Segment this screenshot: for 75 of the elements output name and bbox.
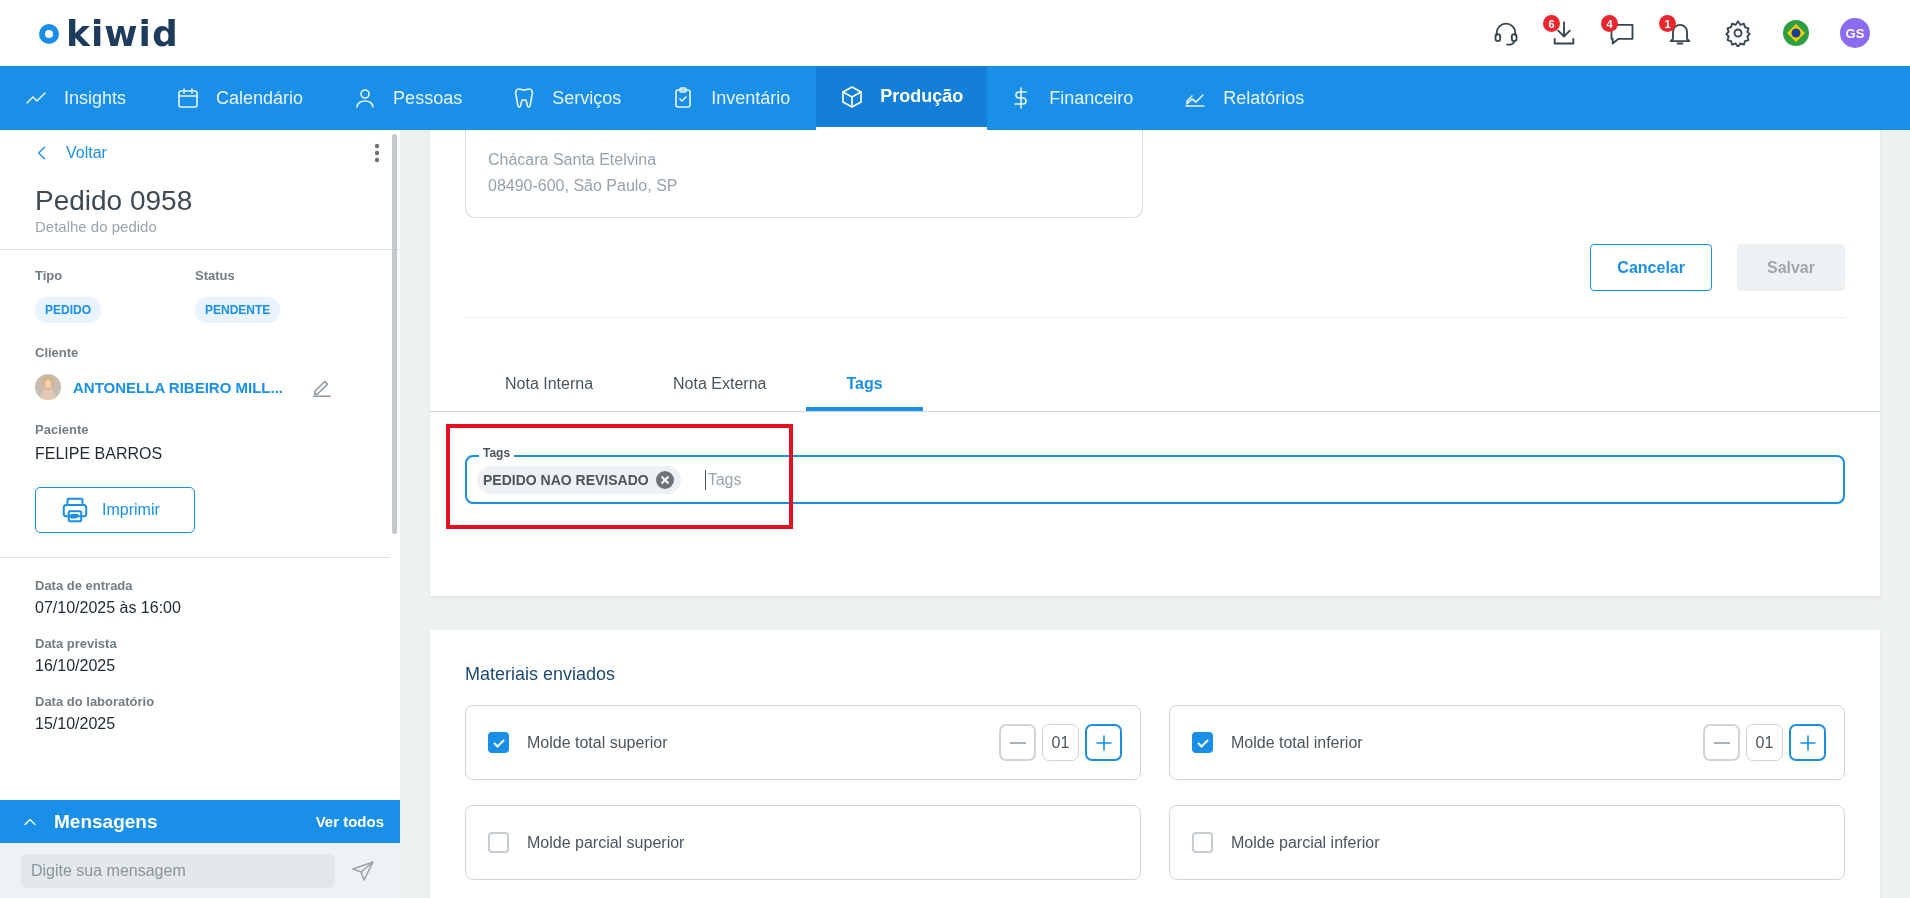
field-label: Data prevista <box>35 636 118 651</box>
field-label: Data do laboratório <box>35 694 156 709</box>
user-avatar[interactable]: GS <box>1840 18 1870 48</box>
nav-tab[interactable]: Pessoas <box>353 66 491 130</box>
remove-icon[interactable] <box>654 469 675 490</box>
messages-bar[interactable]: Mensagens Ver todos <box>0 800 400 843</box>
count-badge: 4 <box>1601 15 1618 32</box>
toolbar-button[interactable] <box>1724 19 1752 47</box>
message-input[interactable]: Digite sua mensagem <box>21 853 335 888</box>
nav-tab[interactable]: Produção <box>816 66 988 130</box>
cancel-button[interactable]: Cancelar <box>1590 244 1712 291</box>
nav-tab[interactable]: Calendário <box>176 66 332 130</box>
send-icon <box>351 858 375 883</box>
settings-icon <box>1724 19 1752 47</box>
more-button[interactable] <box>374 143 380 163</box>
field-label: Data de entrada <box>35 578 134 593</box>
checkbox[interactable] <box>488 832 509 853</box>
nav-tab[interactable]: Insights <box>24 66 155 130</box>
count-badge: 6 <box>1543 15 1560 32</box>
print-button[interactable]: Imprimir <box>35 487 195 533</box>
toolbar-button[interactable] <box>1782 19 1810 47</box>
field-label: Cliente <box>35 345 80 360</box>
quantity-value: 01 <box>1042 724 1079 761</box>
flag-icon <box>1782 19 1810 47</box>
page-title: Pedido 0958 <box>35 184 194 218</box>
printer-icon <box>60 495 90 525</box>
minus-button[interactable] <box>1703 724 1740 761</box>
date-value: 07/10/2025 às 16:00 <box>35 599 182 617</box>
field-label: Tags <box>479 446 515 460</box>
plus-button[interactable] <box>1085 724 1122 761</box>
material-label: Molde parcial inferior <box>1231 833 1381 852</box>
nav-tab[interactable]: Serviços <box>512 66 650 130</box>
toolbar-button[interactable]: 4 <box>1601 15 1636 47</box>
box-icon <box>840 84 865 109</box>
scrollbar[interactable] <box>392 134 397 534</box>
tag-chip: PEDIDO NAO REVISADO <box>477 465 681 494</box>
address-line: 08490-600, São Paulo, SP <box>488 176 679 196</box>
checkbox[interactable] <box>1192 832 1213 853</box>
calendar-icon <box>176 86 201 110</box>
tab[interactable]: Nota Interna <box>465 361 634 411</box>
date-value: 15/10/2025 <box>35 715 117 733</box>
patient-name: FELIPE BARROS <box>35 445 164 463</box>
logo[interactable]: kiwid <box>66 12 179 54</box>
nav-tab[interactable]: Relatórios <box>1183 66 1333 130</box>
plus-button[interactable] <box>1789 724 1826 761</box>
tab[interactable]: Tags <box>806 361 923 411</box>
toolbar-button[interactable]: 6 <box>1543 15 1578 47</box>
minus-icon <box>1009 741 1026 744</box>
send-button[interactable] <box>351 858 375 883</box>
back-link[interactable]: Voltar <box>32 143 107 163</box>
count-badge: 1 <box>1659 15 1676 32</box>
field-label: Tipo <box>35 268 64 283</box>
section-title: Materiais enviados <box>465 664 617 685</box>
nav-tab[interactable]: Financeiro <box>1009 66 1162 130</box>
checkbox[interactable] <box>488 732 509 753</box>
type-chip: PEDIDO <box>35 297 101 323</box>
page-subtitle: Detalhe do pedido <box>35 218 158 235</box>
minus-button[interactable] <box>999 724 1036 761</box>
material-label: Molde parcial superior <box>527 833 686 852</box>
tab[interactable]: Nota Externa <box>633 361 807 411</box>
material-label: Molde total inferior <box>1231 733 1364 752</box>
client-link[interactable]: ANTONELLA RIBEIRO MILL... <box>73 378 293 396</box>
material-label: Molde total superior <box>527 733 669 752</box>
minus-icon <box>1713 741 1730 744</box>
field-label: Paciente <box>35 422 90 437</box>
address-line: Chácara Santa Etelvina <box>488 150 658 170</box>
date-value: 16/10/2025 <box>35 657 117 675</box>
status-chip: PENDENTE <box>195 297 281 323</box>
toolbar-button[interactable]: 1 <box>1659 15 1694 47</box>
view-all-link[interactable]: Ver todos <box>315 813 384 830</box>
checkbox[interactable] <box>1192 732 1213 753</box>
messages-title: Mensagens <box>54 810 158 833</box>
nav-tab[interactable]: Inventário <box>671 66 819 130</box>
quantity-value: 01 <box>1746 724 1783 761</box>
field-label: Status <box>195 268 236 283</box>
